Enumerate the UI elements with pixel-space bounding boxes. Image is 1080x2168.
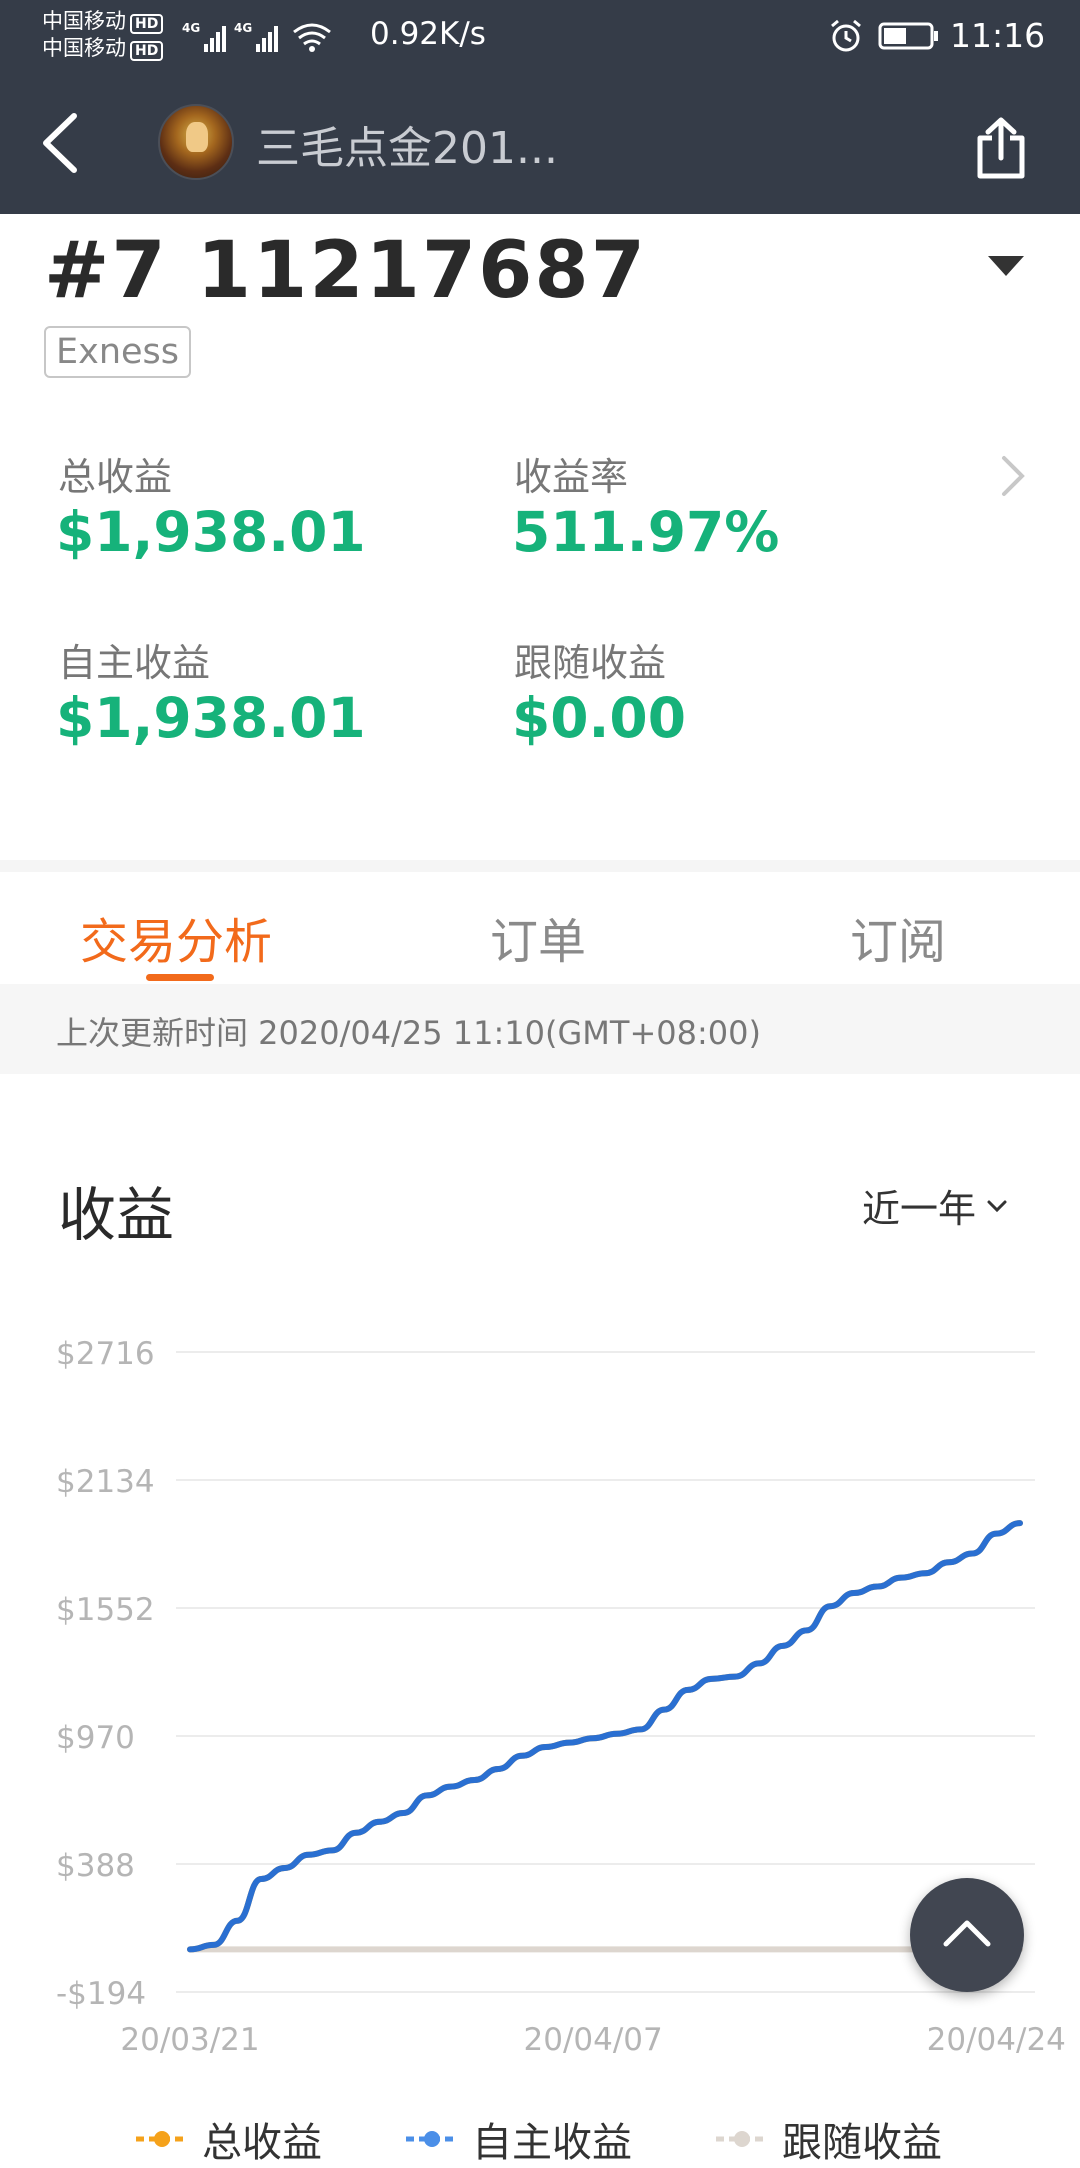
status-bar: 中国移动 HD 中国移动 HD 4G 4G 0.92K/s 11:16	[0, 0, 1080, 72]
clock: 11:16	[950, 16, 1046, 55]
tab-trade-analysis[interactable]: 交易分析	[80, 902, 272, 972]
chevron-up-icon	[943, 1920, 991, 1947]
chart-legend: 总收益 自主收益 跟随收益	[0, 2100, 1080, 2166]
legend-mark-own	[406, 2131, 458, 2147]
account-id: #7 11217687	[44, 226, 647, 316]
follow-profit-value: $0.00	[512, 686, 686, 750]
x-tick-label: 20/04/24	[927, 2022, 1066, 2058]
carrier-1: 中国移动	[42, 9, 126, 33]
profit-rate-label: 收益率	[514, 455, 629, 499]
back-arrow-icon[interactable]	[38, 110, 84, 176]
battery-icon	[878, 22, 938, 50]
account-dropdown-icon[interactable]	[988, 256, 1024, 276]
period-select[interactable]: 近一年	[862, 1178, 1008, 1233]
legend-mark-follow	[716, 2131, 768, 2147]
section-title: 收益	[58, 1181, 175, 1249]
hd-badge-2: HD	[130, 41, 164, 61]
y-tick-label: $2716	[56, 1336, 155, 1372]
update-bar: 上次更新时间 2020/04/25 11:10(GMT+08:00)	[0, 984, 1080, 1074]
tab-subscriptions[interactable]: 订阅	[850, 902, 946, 972]
legend-total-label: 总收益	[202, 2120, 322, 2166]
chevron-right-icon[interactable]	[998, 452, 1028, 500]
scroll-top-button[interactable]	[910, 1878, 1024, 1992]
chevron-down-icon	[987, 1200, 1007, 1212]
header-title: 三毛点金201...	[256, 123, 558, 174]
section-divider	[0, 860, 1080, 872]
profit-rate-value: 511.97%	[512, 500, 780, 564]
net-type-1: 4G	[182, 21, 200, 35]
period-select-label: 近一年	[862, 1187, 977, 1231]
net-speed: 0.92K/s	[370, 16, 486, 52]
legend-follow-label: 跟随收益	[782, 2120, 942, 2166]
legend-own[interactable]: 自主收益	[406, 2110, 632, 2168]
share-icon[interactable]	[972, 116, 1030, 180]
own-profit-value: $1,938.01	[56, 686, 366, 750]
tab-bar: 交易分析 订单 订阅	[0, 872, 1080, 984]
hd-badge: HD	[130, 14, 164, 34]
app-header: 三毛点金201...	[0, 72, 1080, 214]
x-tick-label: 20/04/07	[524, 2022, 663, 2058]
own-profit-label: 自主收益	[58, 641, 211, 685]
carrier-info: 中国移动 HD 中国移动 HD	[42, 8, 164, 62]
y-tick-label: $970	[56, 1720, 135, 1756]
tab-orders[interactable]: 订单	[490, 902, 586, 972]
signal-wifi-icon: 4G 4G	[182, 21, 331, 52]
legend-follow[interactable]: 跟随收益	[716, 2110, 942, 2168]
legend-mark-total	[136, 2131, 188, 2147]
net-type-2: 4G	[234, 21, 252, 35]
y-tick-label: $388	[56, 1848, 135, 1884]
broker-tag: Exness	[44, 326, 192, 378]
alarm-icon	[831, 19, 861, 52]
total-profit-value: $1,938.01	[56, 500, 366, 564]
y-tick-label: $2134	[56, 1464, 155, 1500]
avatar[interactable]	[158, 104, 234, 180]
total-profit-label: 总收益	[58, 455, 173, 499]
x-tick-label: 20/03/21	[120, 2022, 259, 2058]
y-tick-label: -$194	[56, 1976, 146, 2012]
y-tick-label: $1552	[56, 1592, 155, 1628]
follow-profit-label: 跟随收益	[514, 641, 667, 685]
active-tab-indicator	[146, 974, 214, 981]
last-update-text: 上次更新时间 2020/04/25 11:10(GMT+08:00)	[56, 1014, 761, 1052]
legend-own-label: 自主收益	[472, 2120, 632, 2166]
carrier-2: 中国移动	[42, 36, 126, 60]
legend-total[interactable]: 总收益	[136, 2110, 322, 2168]
